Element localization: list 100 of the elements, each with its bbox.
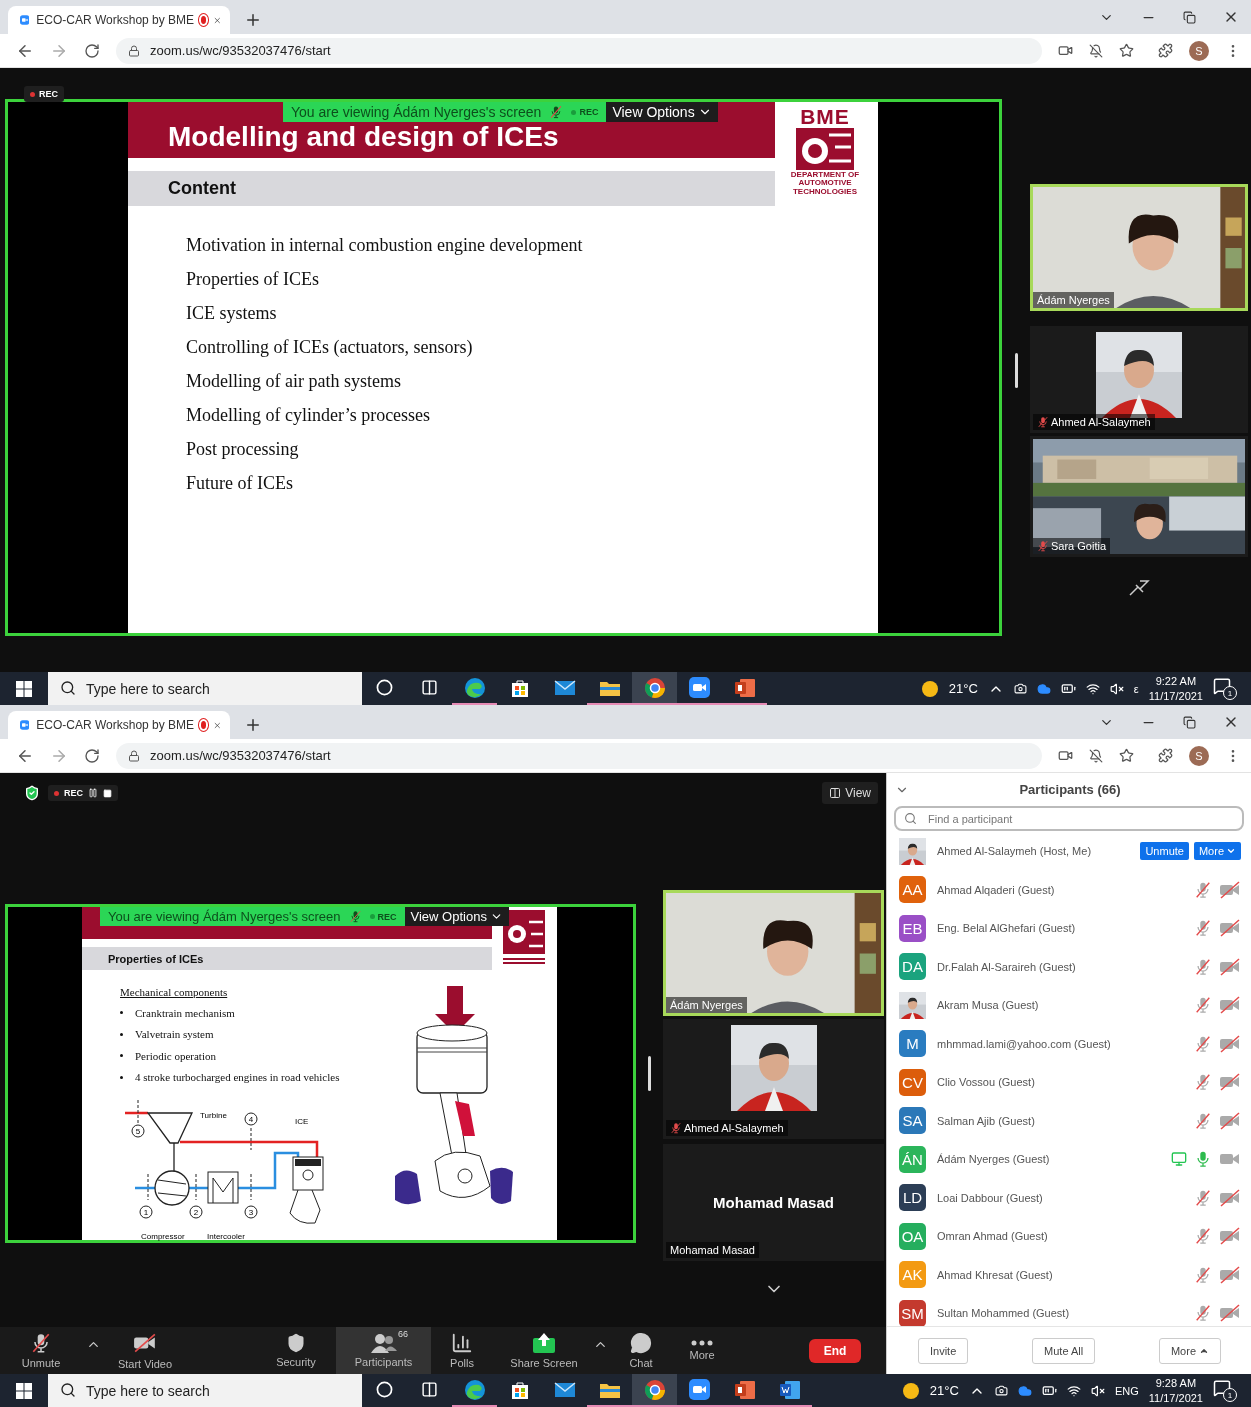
- shopping-bag-icon[interactable]: [509, 677, 530, 698]
- camera-icon[interactable]: [994, 1384, 1008, 1397]
- clock[interactable]: 9:28 AM 11/17/2021: [1148, 1375, 1203, 1406]
- search-field[interactable]: Find a participant: [894, 806, 1244, 831]
- mail-icon[interactable]: [553, 1380, 576, 1399]
- zoom-icon[interactable]: [689, 677, 710, 698]
- camera-icon: [1058, 43, 1073, 58]
- wifi-icon[interactable]: [1085, 681, 1100, 696]
- footer-button[interactable]: Invite: [918, 1337, 969, 1364]
- battery-icon[interactable]: [1060, 681, 1076, 696]
- mute-icon[interactable]: [1109, 681, 1124, 696]
- row-button[interactable]: Unmute: [1140, 842, 1189, 861]
- cloud-icon[interactable]: [1017, 1383, 1032, 1398]
- security-icon[interactable]: [24, 785, 40, 801]
- participant-row[interactable]: CV Clio Vossou (Guest): [887, 1063, 1251, 1102]
- presentation-icon[interactable]: [733, 1379, 756, 1400]
- windows-icon[interactable]: [16, 1382, 32, 1399]
- zoom-icon[interactable]: [689, 1379, 710, 1400]
- lock-icon[interactable]: [128, 44, 140, 57]
- taskbar-app[interactable]: [632, 1374, 677, 1407]
- edge-icon[interactable]: [463, 1378, 486, 1401]
- resize-handle[interactable]: [648, 1056, 651, 1091]
- profile-avatar[interactable]: S: [1189, 745, 1209, 766]
- view-button[interactable]: View: [822, 782, 878, 804]
- participant-row[interactable]: LD Loai Dabbour (Guest): [887, 1178, 1251, 1217]
- cloud-icon[interactable]: [1036, 681, 1051, 696]
- cortana-icon[interactable]: [376, 1381, 393, 1398]
- toolbar-button[interactable]: Unmute: [0, 1327, 82, 1374]
- view-options-button[interactable]: View Options: [404, 907, 509, 926]
- reload-icon[interactable]: [84, 42, 100, 59]
- taskbar-search-field[interactable]: Type here to search: [48, 1374, 362, 1407]
- reload-icon[interactable]: [84, 747, 100, 764]
- taskbar-search-field[interactable]: Type here to search: [48, 672, 362, 705]
- task-view-icon[interactable]: [421, 679, 438, 696]
- clock[interactable]: 9:22 AM 11/17/2021: [1148, 673, 1203, 704]
- footer-button[interactable]: Mute All: [1032, 1337, 1096, 1364]
- star-icon[interactable]: [1119, 748, 1134, 763]
- browser-tab[interactable]: ECO-CAR Workshop by BME: [8, 711, 230, 739]
- puzzle-icon[interactable]: [1158, 748, 1173, 763]
- mail-icon[interactable]: [553, 678, 576, 697]
- wifi-icon[interactable]: [1066, 1383, 1081, 1398]
- stop-icon[interactable]: [103, 788, 112, 798]
- star-icon[interactable]: [1119, 43, 1134, 58]
- toolbar-button[interactable]: Share Screen: [499, 1327, 589, 1374]
- participant-row[interactable]: Ahmed Al-Salaymeh (Host, Me) Unmute More: [887, 832, 1251, 871]
- pause-icon[interactable]: [88, 788, 98, 798]
- resize-handle[interactable]: [1014, 353, 1018, 388]
- chrome-icon[interactable]: [643, 676, 666, 699]
- toolbar-button[interactable]: Security: [261, 1327, 331, 1374]
- edge-icon[interactable]: [463, 676, 486, 699]
- participant-row[interactable]: AK Ahmad Khresat (Guest): [887, 1255, 1251, 1294]
- task-view-icon[interactable]: [421, 1381, 438, 1398]
- row-button[interactable]: More: [1193, 842, 1241, 861]
- windows-icon[interactable]: [16, 680, 32, 697]
- new-tab-icon[interactable]: [244, 716, 262, 734]
- shopping-bag-icon[interactable]: [509, 1379, 530, 1400]
- taskbar-app[interactable]: [632, 672, 677, 705]
- participant-row[interactable]: M mhmmad.lami@yahoo.com (Guest): [887, 1024, 1251, 1063]
- engine-drawing: [289, 1156, 324, 1224]
- participant-row[interactable]: OA Omran Ahmad (Guest): [887, 1217, 1251, 1256]
- participant-row[interactable]: SA Salman Ajib (Guest): [887, 1101, 1251, 1140]
- avatar-initials: AA: [899, 876, 926, 904]
- toolbar-button[interactable]: More: [672, 1327, 732, 1374]
- participant-row[interactable]: Akram Musa (Guest): [887, 986, 1251, 1025]
- language-indicator[interactable]: ε: [1133, 682, 1139, 695]
- camera-icon[interactable]: [1013, 682, 1027, 695]
- language-indicator[interactable]: ENG: [1114, 1384, 1139, 1397]
- bell-off-icon[interactable]: [1089, 43, 1103, 58]
- lock-icon[interactable]: [128, 749, 140, 762]
- chrome-icon[interactable]: [643, 1378, 666, 1401]
- participant-row[interactable]: SM Sultan Mohammed (Guest): [887, 1294, 1251, 1326]
- toolbar-button[interactable]: Participants 66: [336, 1327, 431, 1374]
- end-button[interactable]: End: [809, 1338, 861, 1363]
- unpin-icon[interactable]: [1128, 578, 1150, 596]
- participant-name: Ahmad Alqaderi (Guest): [937, 883, 1056, 896]
- profile-avatar[interactable]: S: [1189, 40, 1209, 61]
- footer-button[interactable]: More: [1158, 1337, 1221, 1364]
- address-field[interactable]: zoom.us/wc/93532037476/start: [116, 37, 1042, 64]
- new-tab-icon[interactable]: [244, 11, 262, 29]
- view-options-button[interactable]: View Options: [606, 102, 718, 122]
- toolbar-button[interactable]: Polls: [432, 1327, 492, 1374]
- participant-row[interactable]: AA Ahmad Alqaderi (Guest): [887, 870, 1251, 909]
- participant-row[interactable]: EB Eng. Belal AlGhefari (Guest): [887, 909, 1251, 948]
- mute-icon[interactable]: [1090, 1383, 1105, 1398]
- cortana-icon[interactable]: [376, 679, 393, 696]
- presentation-icon[interactable]: [733, 677, 756, 698]
- participant-row[interactable]: ÁN Ádám Nyerges (Guest): [887, 1140, 1251, 1179]
- bell-off-icon[interactable]: [1089, 748, 1103, 763]
- participant-row[interactable]: DA Dr.Falah Al-Saraireh (Guest): [887, 947, 1251, 986]
- battery-icon[interactable]: [1041, 1383, 1057, 1398]
- restore-icon[interactable]: [1183, 715, 1196, 729]
- toolbar-button[interactable]: Start Video: [104, 1327, 186, 1374]
- restore-icon[interactable]: [1183, 10, 1196, 24]
- puzzle-icon[interactable]: [1158, 43, 1173, 58]
- address-field[interactable]: zoom.us/wc/93532037476/start: [116, 742, 1042, 769]
- agenda-item: Post processing: [186, 438, 300, 461]
- participant-name: Mohamad Masad: [670, 1244, 755, 1256]
- document-icon[interactable]: [778, 1379, 801, 1400]
- toolbar-button[interactable]: Chat: [616, 1327, 666, 1374]
- browser-tab[interactable]: ECO-CAR Workshop by BME: [8, 6, 230, 34]
